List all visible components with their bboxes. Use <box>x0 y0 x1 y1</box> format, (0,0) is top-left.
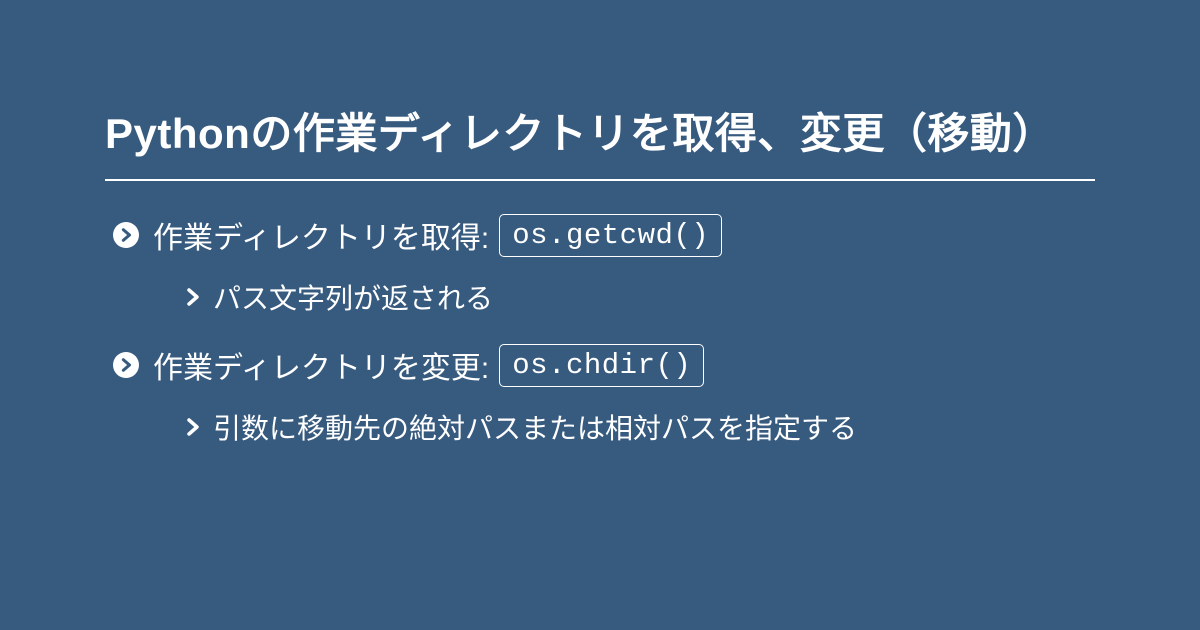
chevron-right-icon <box>185 417 201 437</box>
sub-item-text: 引数に移動先の絶対パスまたは相対パスを指定する <box>213 407 857 447</box>
list-item: 作業ディレクトリを変更: os.chdir() <box>113 343 1095 387</box>
sub-item-text: パス文字列が返される <box>213 277 493 317</box>
chevron-circle-right-icon <box>113 352 139 378</box>
list-sub-item: パス文字列が返される <box>185 277 1095 317</box>
list-item: 作業ディレクトリを取得: os.getcwd() <box>113 213 1095 257</box>
chevron-right-icon <box>185 287 201 307</box>
list-sub-item: 引数に移動先の絶対パスまたは相対パスを指定する <box>185 407 1095 447</box>
item-text: 作業ディレクトリを取得: os.getcwd() <box>153 213 722 257</box>
code-snippet: os.getcwd() <box>499 214 722 257</box>
item-label: 作業ディレクトリを変更: <box>153 343 489 387</box>
page-title: Pythonの作業ディレクトリを取得、変更（移動） <box>105 100 1095 181</box>
content-list: 作業ディレクトリを取得: os.getcwd() パス文字列が返される 作業ディ… <box>105 213 1095 473</box>
item-label: 作業ディレクトリを取得: <box>153 213 489 257</box>
chevron-circle-right-icon <box>113 222 139 248</box>
item-text: 作業ディレクトリを変更: os.chdir() <box>153 343 704 387</box>
code-snippet: os.chdir() <box>499 344 704 387</box>
